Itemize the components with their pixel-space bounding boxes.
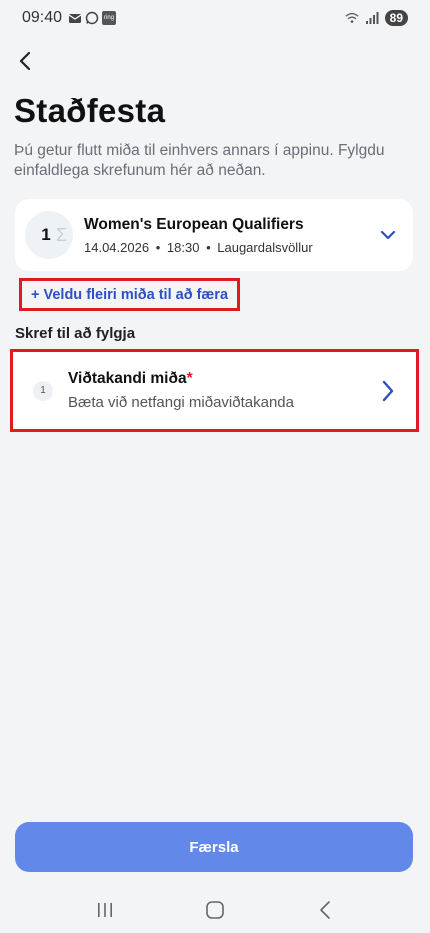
add-more-tickets-link[interactable]: + Veldu fleiri miða til að færa [19,278,240,311]
recents-icon [98,903,112,917]
event-date: 14.04.2026 [84,239,150,255]
step-recipient[interactable]: 1 Viðtakandi miða* Bæta við netfangi mið… [10,349,419,432]
chevron-right-icon [382,380,394,401]
chevron-left-icon [19,51,31,71]
event-card[interactable]: 1 Σ Women's European Qualifiers 14.04.20… [15,199,413,271]
steps-heading: Skref til að fylgja [15,325,136,342]
sigma-icon: Σ [55,224,67,245]
ring-app-label: ring [104,15,115,21]
required-mark: * [186,370,193,387]
ticket-count: 1 [41,225,51,244]
event-venue: Laugardalsvöllur [217,239,313,255]
event-meta: 14.04.2026 • 18:30 • Laugardalsvöllur [84,240,373,255]
page-description: Þú getur flutt miða til einhvers annars … [14,142,385,179]
home-button[interactable] [195,895,235,925]
ticket-count-badge: 1 Σ [25,211,73,259]
step-subtitle: Bæta við netfangi miðaviðtakanda [68,394,294,411]
back-button[interactable] [10,46,40,76]
notification-icons: ring [68,11,117,25]
status-right: 89 [345,10,408,26]
wifi-icon [345,11,359,25]
step-number: 1 [33,380,53,401]
event-name: Women's European Qualifiers [84,215,304,233]
meta-separator: • [206,239,211,255]
status-left: 09:40 ring [22,9,117,27]
whatsapp-icon [85,11,99,25]
signal-icon [365,11,379,25]
event-info: Women's European Qualifiers 14.04.2026 •… [84,216,373,255]
event-time: 18:30 [166,239,200,255]
page-title: Staðfesta [14,92,166,129]
system-nav-bar [0,890,430,930]
submit-transfer-button[interactable]: Færsla [15,822,413,872]
messages-icon [68,11,82,25]
meta-separator: • [155,239,161,255]
step-title: Viðtakandi miða* [68,370,378,388]
step-title-label: Viðtakandi miða [68,370,187,387]
status-time: 09:40 [22,9,63,26]
status-bar: 09:40 ring 89 [0,0,430,36]
back-nav-icon [320,901,330,919]
step-go-button[interactable] [378,379,398,403]
chevron-down-icon [380,230,396,240]
system-back-button[interactable] [305,895,345,925]
battery-indicator: 89 [384,10,408,26]
ring-app-icon: ring [102,11,117,25]
expand-event-button[interactable] [373,230,403,240]
recents-button[interactable] [85,895,125,925]
step-text: Viðtakandi miða* Bæta við netfangi miðav… [68,370,378,411]
home-icon [206,901,224,919]
